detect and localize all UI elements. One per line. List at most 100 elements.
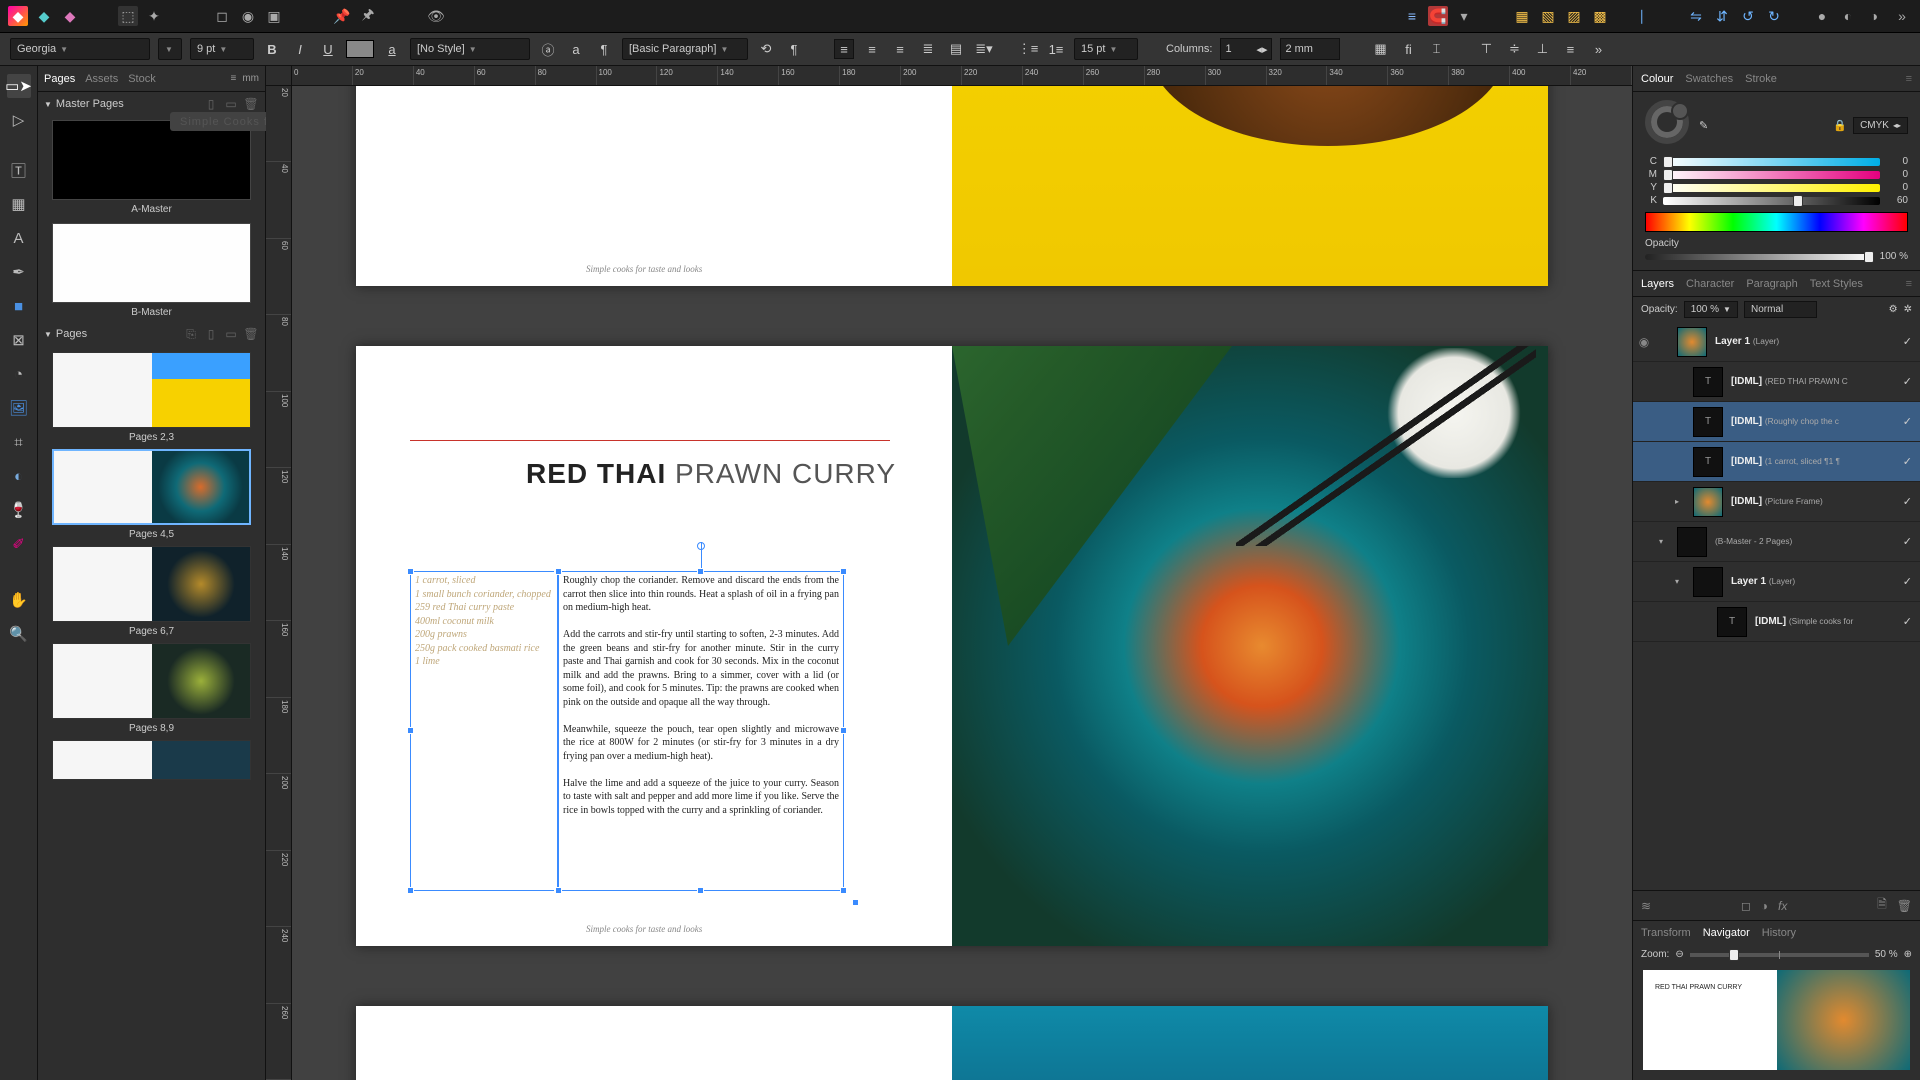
align-justify-left-icon[interactable]: ≣ — [918, 39, 938, 59]
zoom-tool-icon[interactable]: 🔍 — [7, 622, 31, 646]
layer-check-icon[interactable]: ✓ — [1903, 615, 1912, 628]
expand-icon[interactable]: ▸ — [1675, 497, 1685, 506]
justify-menu-icon[interactable]: ≣▾ — [974, 39, 994, 59]
layer-item[interactable]: ▸[IDML] (Picture Frame)✓ — [1633, 482, 1920, 522]
frame-text-tool-icon[interactable]: 🅃 — [7, 158, 31, 182]
panel-menu-icon[interactable]: ≡ — [1906, 278, 1912, 290]
tab-paragraph[interactable]: Paragraph — [1746, 278, 1797, 290]
rotate-cw-icon[interactable]: ↻ — [1764, 6, 1784, 26]
spread-8-9[interactable]: Pages 8,9 — [52, 643, 251, 734]
pages-delete-icon[interactable]: 🗑 — [243, 326, 259, 342]
arrange-back-icon[interactable]: ▩ — [1590, 6, 1610, 26]
layer-settings-icon[interactable]: ✲ — [1904, 304, 1912, 315]
picture-frame-tool-icon[interactable]: ⊠ — [7, 328, 31, 352]
typography-icon[interactable]: a — [566, 39, 586, 59]
transparency-tool-icon[interactable]: 🍷 — [7, 498, 31, 522]
master-a[interactable]: A-Master — [52, 120, 251, 215]
tab-layers[interactable]: Layers — [1641, 278, 1674, 290]
strikethrough-icon[interactable]: ⌶ — [1426, 39, 1446, 59]
stock-image-tool-icon[interactable]: 🖼 — [7, 396, 31, 420]
add-layer-icon[interactable]: 🗎 — [1877, 895, 1887, 916]
bullet-list-icon[interactable]: ⋮≡ — [1018, 39, 1038, 59]
align-center-text-icon[interactable]: ≡ — [862, 39, 882, 59]
pages-header[interactable]: ▼ Pages ⎘ ▯ ▭ 🗑 — [38, 322, 265, 346]
preview-mode-icon[interactable]: 👁 — [426, 6, 446, 26]
node-tool-icon[interactable]: ▷ — [7, 108, 31, 132]
expand-icon[interactable]: ▾ — [1675, 577, 1685, 586]
pages-facing-icon[interactable]: ▭ — [223, 326, 239, 342]
persona-publisher-icon[interactable]: ⬚ — [118, 6, 138, 26]
tab-textstyles[interactable]: Text Styles — [1810, 278, 1863, 290]
eyedropper-icon[interactable]: ✎ — [1699, 119, 1708, 132]
tab-assets[interactable]: Assets — [85, 73, 118, 85]
ruler-horizontal[interactable]: 0204060801001201401601802002202402602803… — [292, 66, 1632, 86]
boolean-add-icon[interactable]: ● — [1812, 6, 1832, 26]
master-facing-icon[interactable]: ▭ — [223, 96, 239, 112]
char-style-select[interactable]: [No Style]▼ — [410, 38, 530, 60]
font-family-select[interactable]: Georgia▼ — [10, 38, 150, 60]
layer-check-icon[interactable]: ✓ — [1903, 575, 1912, 588]
opacity-slider[interactable] — [1645, 254, 1874, 260]
yellow-slider[interactable] — [1663, 184, 1880, 192]
align-left-text-icon[interactable]: ≡ — [834, 39, 854, 59]
tab-stock[interactable]: Stock — [128, 73, 156, 85]
fx-icon[interactable]: fx — [1778, 899, 1787, 913]
pin-icon[interactable]: 📌 — [332, 6, 352, 26]
leading-select[interactable]: 15 pt▼ — [1074, 38, 1138, 60]
text-color-swatch[interactable] — [346, 40, 374, 58]
tab-swatches[interactable]: Swatches — [1685, 73, 1733, 85]
layer-check-icon[interactable]: ✓ — [1903, 495, 1912, 508]
text-frame-method[interactable]: Roughly chop the coriander. Remove and d… — [558, 571, 844, 891]
delete-layer-icon[interactable]: 🗑 — [1897, 899, 1912, 913]
pages-spread-icon[interactable]: ⎘ — [183, 326, 199, 342]
font-variant-select[interactable]: ▼ — [158, 38, 182, 60]
zoom-out-icon[interactable]: ⊖ — [1675, 949, 1683, 960]
blend-mode-select[interactable]: Normal — [1744, 301, 1817, 318]
layer-check-icon[interactable]: ✓ — [1903, 535, 1912, 548]
align-left-icon[interactable]: ⎸ — [1638, 6, 1658, 26]
lock-icon[interactable]: 🔒 — [1833, 119, 1847, 132]
pages-single-icon[interactable]: ▯ — [203, 326, 219, 342]
fi-ligature-icon[interactable]: fi — [1398, 39, 1418, 59]
expand-icon[interactable]: ▾ — [1659, 537, 1669, 546]
layer-item[interactable]: T[IDML] (RED THAI PRAWN C✓ — [1633, 362, 1920, 402]
tab-stroke[interactable]: Stroke — [1745, 73, 1777, 85]
pin-inline-icon[interactable]: 🖈 — [358, 6, 378, 26]
number-list-icon[interactable]: 1≡ — [1046, 39, 1066, 59]
move-tool-icon[interactable]: ▭➤ — [7, 74, 31, 98]
layer-opacity-select[interactable]: 100 %▼ — [1684, 301, 1738, 318]
artistic-text-tool-icon[interactable]: A — [7, 226, 31, 250]
rotate-ccw-icon[interactable]: ↺ — [1738, 6, 1758, 26]
valign-center-icon[interactable]: ≑ — [1504, 39, 1524, 59]
para-style-icon[interactable]: ¶ — [594, 39, 614, 59]
table-tool-icon[interactable]: ▦ — [7, 192, 31, 216]
master-single-icon[interactable]: ▯ — [203, 96, 219, 112]
arrange-front-icon[interactable]: ▦ — [1512, 6, 1532, 26]
font-size-select[interactable]: 9 pt▼ — [190, 38, 254, 60]
show-para-icon[interactable]: ¶ — [784, 39, 804, 59]
ruler-origin[interactable] — [266, 66, 292, 86]
flip-horizontal-icon[interactable]: ⇋ — [1686, 6, 1706, 26]
spread-4-5[interactable]: Pages 4,5 — [52, 449, 251, 540]
layer-check-icon[interactable]: ✓ — [1903, 375, 1912, 388]
text-frame-ingredients[interactable]: 1 carrot, sliced 1 small bunch coriander… — [410, 571, 558, 891]
baseline-grid-icon[interactable]: ≡ — [1402, 6, 1422, 26]
zoom-slider[interactable] — [1690, 953, 1869, 957]
black-slider[interactable] — [1663, 197, 1880, 205]
tab-history[interactable]: History — [1762, 927, 1796, 939]
align-right-text-icon[interactable]: ≡ — [890, 39, 910, 59]
select-group-icon[interactable]: ▣ — [264, 6, 284, 26]
ruler-vertical[interactable]: 20406080100120140160180200220240260 — [266, 86, 292, 1080]
master-b[interactable]: B-Master — [52, 223, 251, 318]
arrange-forward-icon[interactable]: ▧ — [1538, 6, 1558, 26]
layer-item[interactable]: ▾ (B-Master - 2 Pages)✓ — [1633, 522, 1920, 562]
app-switch-designer-icon[interactable]: ◆ — [8, 6, 28, 26]
tab-character[interactable]: Character — [1686, 278, 1734, 290]
bold-icon[interactable]: B — [262, 39, 282, 59]
flip-vertical-icon[interactable]: ⇵ — [1712, 6, 1732, 26]
asset-place-tool-icon[interactable]: ◔ — [7, 362, 31, 386]
panel-menu-icon[interactable]: ≡ — [1906, 73, 1912, 85]
valign-justify-icon[interactable]: ≡ — [1560, 39, 1580, 59]
tab-colour[interactable]: Colour — [1641, 73, 1673, 85]
italic-icon[interactable]: I — [290, 39, 310, 59]
